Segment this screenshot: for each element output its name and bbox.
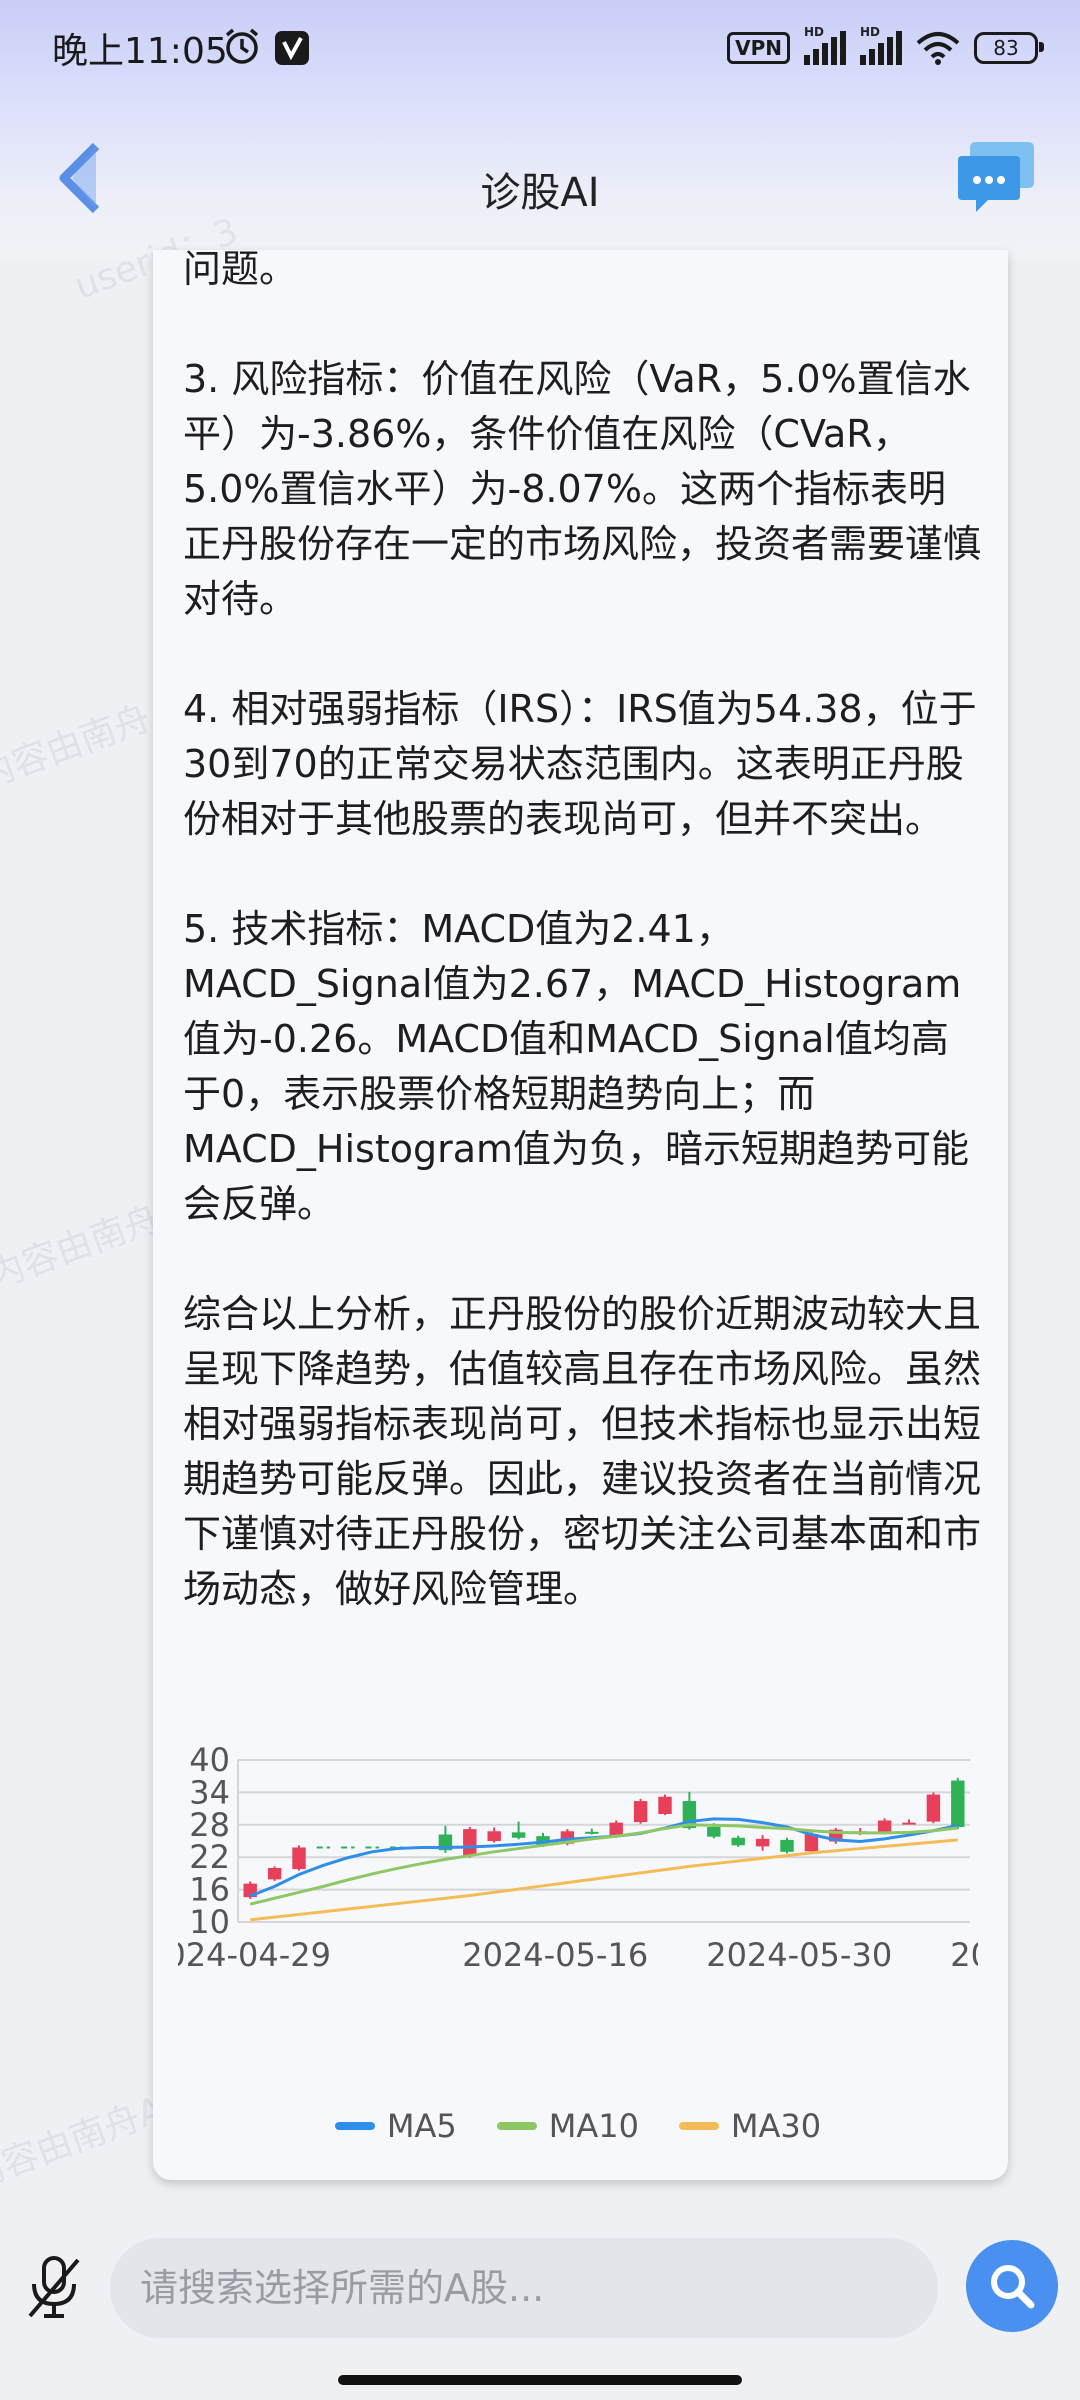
ai-response-card: 问题。 3. 风险指标：价值在风险（VaR，5.0%置信水平）为-3.86%，条…: [153, 250, 1008, 2180]
stock-search-input[interactable]: [110, 2238, 938, 2338]
battery-icon: 83: [974, 32, 1044, 64]
legend-swatch: [496, 2122, 537, 2130]
candle-body: [755, 1838, 770, 1847]
signal-strength-icon-2: HD: [860, 25, 902, 65]
page-title: 诊股AI: [480, 170, 600, 216]
x-tick-label: 2024-06-13: [950, 1936, 978, 1974]
candle-body: [463, 1829, 477, 1856]
candle-body: [707, 1826, 721, 1837]
candle-body: [780, 1839, 794, 1852]
search-icon: [991, 2265, 1035, 2309]
x-tick-label: 2024-05-30: [706, 1936, 892, 1974]
x-tick-label: 2024-04-29: [178, 1936, 331, 1974]
candle-body: [292, 1847, 306, 1870]
y-tick-label: 40: [189, 1741, 230, 1779]
chart-legend: MA5 MA10 MA30: [178, 2107, 978, 2145]
candle-body: [926, 1794, 941, 1822]
input-bar: [0, 2210, 1080, 2400]
paragraph: 4. 相对强弱指标（IRS）：IRS值为54.38，位于30到70的正常交易状态…: [183, 687, 977, 841]
home-indicator[interactable]: [338, 2375, 742, 2385]
alarm-clock-icon: [225, 28, 259, 64]
legend-item-ma10[interactable]: MA10: [496, 2107, 639, 2145]
candle-body: [877, 1820, 892, 1833]
status-icons: VPN HD HD 83: [727, 25, 1044, 70]
app-header: 晚上11:05 VPN HD HD 83 诊股AI: [0, 0, 1080, 260]
vpn-icon: VPN: [727, 32, 790, 64]
y-tick-label: 34: [189, 1773, 230, 1811]
y-tick-label: 16: [189, 1871, 230, 1909]
wifi-icon: [916, 32, 960, 65]
y-tick-label: 28: [189, 1806, 230, 1844]
y-tick-label: 22: [189, 1838, 230, 1876]
search-button[interactable]: [966, 2240, 1058, 2332]
legend-label: MA5: [386, 2107, 457, 2145]
paragraph: 3. 风险指标：价值在风险（VaR，5.0%置信水平）为-3.86%，条件价值在…: [183, 357, 982, 621]
candle-body: [633, 1801, 648, 1823]
nav-bar: 诊股AI: [0, 130, 1080, 230]
candle-body: [951, 1780, 965, 1827]
paragraph: 问题。: [183, 250, 298, 291]
legend-swatch: [334, 2122, 375, 2130]
candle-body: [267, 1868, 282, 1880]
signal-strength-icon: HD: [804, 25, 846, 65]
paragraph: 5. 技术指标：MACD值为2.41，MACD_Signal值为2.67，MAC…: [183, 907, 970, 1226]
x-tick-label: 2024-05-16: [462, 1936, 648, 1974]
status-time: 晚上11:05: [52, 31, 228, 72]
candle-body: [658, 1796, 672, 1814]
candle-body: [487, 1831, 501, 1841]
chat-bubble-icon[interactable]: [956, 140, 1036, 216]
status-bar: 晚上11:05 VPN HD HD 83: [0, 0, 1080, 100]
legend-label: MA10: [548, 2107, 639, 2145]
candle-body: [511, 1832, 526, 1838]
legend-label: MA30: [730, 2107, 822, 2145]
ma-line-ma10: [249, 1823, 958, 1906]
ma-line-ma30: [250, 1838, 958, 1922]
response-text: 问题。 3. 风险指标：价值在风险（VaR，5.0%置信水平）为-3.86%，条…: [183, 250, 983, 1617]
paragraph: 综合以上分析，正丹股份的股价近期波动较大且呈现下降趋势，估值较高且存在市场风险。…: [183, 1292, 982, 1611]
legend-item-ma5[interactable]: MA5: [334, 2107, 457, 2145]
app-notification-icon: [275, 31, 309, 65]
legend-item-ma30[interactable]: MA30: [678, 2107, 822, 2145]
stock-chart: 1016222834402024-04-292024-05-162024-05-…: [178, 1740, 978, 2170]
candlestick-chart: 1016222834402024-04-292024-05-162024-05-…: [178, 1741, 978, 1974]
legend-swatch: [678, 2122, 719, 2130]
candle-body: [731, 1837, 745, 1846]
candle-body: [902, 1822, 916, 1825]
candle-body: [585, 1831, 599, 1834]
mic-off-icon[interactable]: [24, 2252, 84, 2322]
